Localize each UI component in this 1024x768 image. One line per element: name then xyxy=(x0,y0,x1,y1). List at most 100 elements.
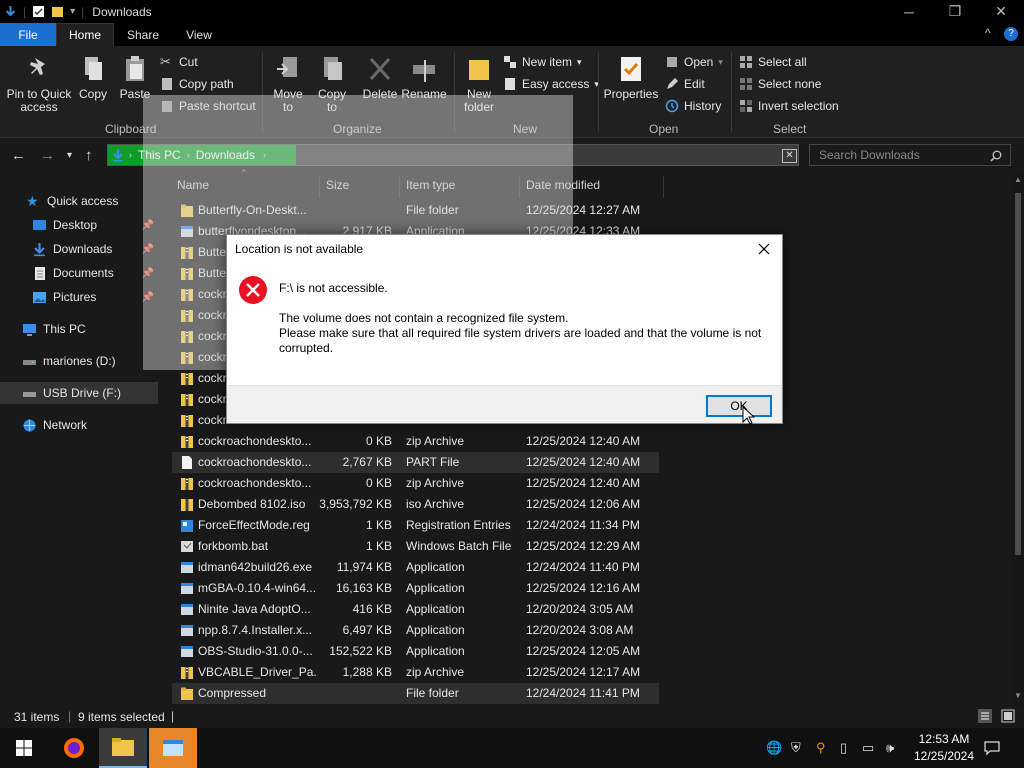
recent-locations-icon[interactable]: ▾ xyxy=(67,150,72,161)
cut-button[interactable]: ✂ Cut xyxy=(160,52,198,72)
scrollbar-thumb[interactable] xyxy=(1015,193,1021,555)
file-row[interactable]: mGBA-0.10.4-win64... 16,163 KB Application… xyxy=(172,578,659,599)
control-panel-taskbar-button[interactable] xyxy=(149,728,197,768)
column-separator[interactable] xyxy=(663,176,664,198)
zip-file-icon xyxy=(172,473,196,494)
up-arrow-icon[interactable]: ↑ xyxy=(85,147,93,164)
delete-button[interactable]: Delete xyxy=(360,54,400,101)
dialog-heading: F:\ is not accessible. xyxy=(279,281,388,295)
scroll-down-icon[interactable]: ▼ xyxy=(1014,691,1022,700)
file-row[interactable]: Ninite Java AdoptO... 416 KB Application 12… xyxy=(172,599,659,620)
file-explorer-taskbar-button[interactable] xyxy=(99,728,147,768)
file-row[interactable]: VBCABLE_Driver_Pa... 1,288 KB zip Archive 1… xyxy=(172,662,659,683)
nav-documents[interactable]: Documents 📌 xyxy=(0,262,158,284)
window-app-icon xyxy=(163,740,183,756)
history-button[interactable]: History xyxy=(665,96,721,116)
nav-this-pc[interactable]: This PC xyxy=(0,318,158,340)
nav-pictures[interactable]: Pictures 📌 xyxy=(0,286,158,308)
usb-tray-icon[interactable]: ▯ xyxy=(840,740,847,756)
nav-quick-access[interactable]: ★ Quick access xyxy=(0,190,158,212)
tab-home[interactable]: Home xyxy=(56,23,114,46)
file-row[interactable]: OBS-Studio-31.0.0-... 152,522 KB Applicati… xyxy=(172,641,659,662)
nav-usb-drive[interactable]: USB Drive (F:) xyxy=(0,382,158,404)
volume-icon[interactable]: 🕪 xyxy=(886,740,894,756)
ribbon-collapse-icon[interactable]: ^ xyxy=(985,26,991,40)
file-row[interactable]: Compressed File folder 12/24/2024 11:41 PM xyxy=(172,683,659,704)
security-shield-icon[interactable]: ⛨ xyxy=(791,740,801,756)
select-all-button[interactable]: Select all xyxy=(739,52,807,72)
file-size: 1 KB xyxy=(365,539,392,553)
notifications-icon[interactable] xyxy=(984,740,1000,756)
nav-downloads[interactable]: Downloads 📌 xyxy=(0,238,158,260)
network-status-icon[interactable]: 🌐 xyxy=(766,740,782,756)
pin-icon xyxy=(30,58,45,75)
clear-address-icon[interactable]: ✕ xyxy=(782,149,797,163)
file-date: 12/24/2024 11:34 PM xyxy=(526,518,640,532)
pin-to-quick-access-button[interactable]: Pin to Quick access xyxy=(6,54,72,114)
restore-button[interactable]: ❐ xyxy=(932,0,978,23)
scroll-up-icon[interactable]: ▲ xyxy=(1014,175,1022,184)
file-date: 12/25/2024 12:17 AM xyxy=(526,665,641,679)
nav-network[interactable]: Network xyxy=(0,414,158,436)
file-date: 12/25/2024 12:16 AM xyxy=(526,581,641,595)
start-button[interactable] xyxy=(0,728,48,768)
minimize-button[interactable]: ─ xyxy=(886,0,932,23)
details-view-icon[interactable] xyxy=(978,709,992,723)
copy-label: Copy xyxy=(78,87,107,101)
back-arrow-icon[interactable]: ← xyxy=(11,147,26,164)
file-row[interactable]: ForceEffectMode.reg 1 KB Registration Entr… xyxy=(172,515,659,536)
nav-mariones-drive[interactable]: mariones (D:) xyxy=(0,350,158,372)
tab-file[interactable]: File xyxy=(0,23,56,46)
down-arrow-icon[interactable] xyxy=(4,5,17,18)
title-bar: | ▾ | Downloads ─ ❐ ✕ xyxy=(0,0,1024,23)
properties-button[interactable]: Properties xyxy=(603,54,659,101)
properties-icon[interactable] xyxy=(32,5,45,18)
clock-time[interactable]: 12:53 AM xyxy=(914,732,974,746)
edit-button[interactable]: Edit xyxy=(665,74,705,94)
item-count: 31 items xyxy=(14,710,60,724)
copy-path-button[interactable]: Copy path xyxy=(160,74,234,94)
rename-button[interactable]: Rename xyxy=(401,54,447,101)
new-item-button[interactable]: New item ▾ xyxy=(503,52,582,72)
help-icon[interactable]: ? xyxy=(1004,27,1018,41)
file-row[interactable]: Debombed 8102.iso 3,953,792 KB iso Archive… xyxy=(172,494,659,515)
nav-desktop[interactable]: Desktop 📌 xyxy=(0,214,158,236)
select-group-label: Select xyxy=(773,122,807,136)
file-row[interactable]: forkbomb.bat 1 KB Windows Batch File 12/25/… xyxy=(172,536,659,557)
file-row[interactable]: cockroachondeskto... 0 KB zip Archive 12/25… xyxy=(172,431,659,452)
paste-button[interactable]: Paste xyxy=(118,54,152,101)
network-tray-icon[interactable]: ▭ xyxy=(862,740,874,756)
file-row[interactable]: cockroachondeskto... 2,767 KB PART File 12/… xyxy=(172,452,659,473)
tab-view[interactable]: View xyxy=(172,23,226,46)
easy-access-button[interactable]: Easy access ▾ xyxy=(503,74,599,94)
open-button[interactable]: Open ▾ xyxy=(665,52,723,72)
forward-arrow-icon[interactable]: → xyxy=(40,147,55,164)
clock-date[interactable]: 12/25/2024 xyxy=(910,749,978,763)
dialog-close-button[interactable] xyxy=(752,237,776,261)
vertical-scrollbar[interactable]: ▲ ▼ xyxy=(1012,173,1024,706)
large-icons-view-icon[interactable] xyxy=(1001,709,1015,723)
dialog-message-detail: Please make sure that all required file … xyxy=(279,326,762,355)
file-name: OBS-Studio-31.0.0-... xyxy=(198,644,313,658)
file-date: 12/24/2024 11:41 PM xyxy=(526,686,640,700)
file-name: idman642build26.exe xyxy=(198,560,313,574)
nav-label: This PC xyxy=(43,322,86,336)
tab-share[interactable]: Share xyxy=(114,23,172,46)
nav-label: Pictures xyxy=(53,290,97,304)
close-button[interactable]: ✕ xyxy=(978,0,1024,23)
search-icon[interactable] xyxy=(990,150,1002,162)
nav-label: Quick access xyxy=(47,194,119,208)
file-row[interactable]: npp.8.7.4.Installer.x... 6,497 KB Applicat… xyxy=(172,620,659,641)
firefox-taskbar-button[interactable] xyxy=(50,728,98,768)
copy-button[interactable]: Copy xyxy=(76,54,110,101)
invert-selection-button[interactable]: Invert selection xyxy=(739,96,839,116)
file-type: Application xyxy=(406,644,465,658)
file-row[interactable]: idman642build26.exe 11,974 KB Application 1… xyxy=(172,557,659,578)
chevron-down-icon[interactable]: ▾ xyxy=(70,6,75,17)
select-none-button[interactable]: Select none xyxy=(739,74,821,94)
ok-button[interactable]: OK xyxy=(706,395,772,417)
new-folder-icon[interactable] xyxy=(51,5,64,18)
search-tray-icon[interactable]: ⚲ xyxy=(816,740,826,756)
search-input[interactable]: Search Downloads xyxy=(809,144,1011,166)
file-row[interactable]: cockroachondeskto... 0 KB zip Archive 12/25… xyxy=(172,473,659,494)
